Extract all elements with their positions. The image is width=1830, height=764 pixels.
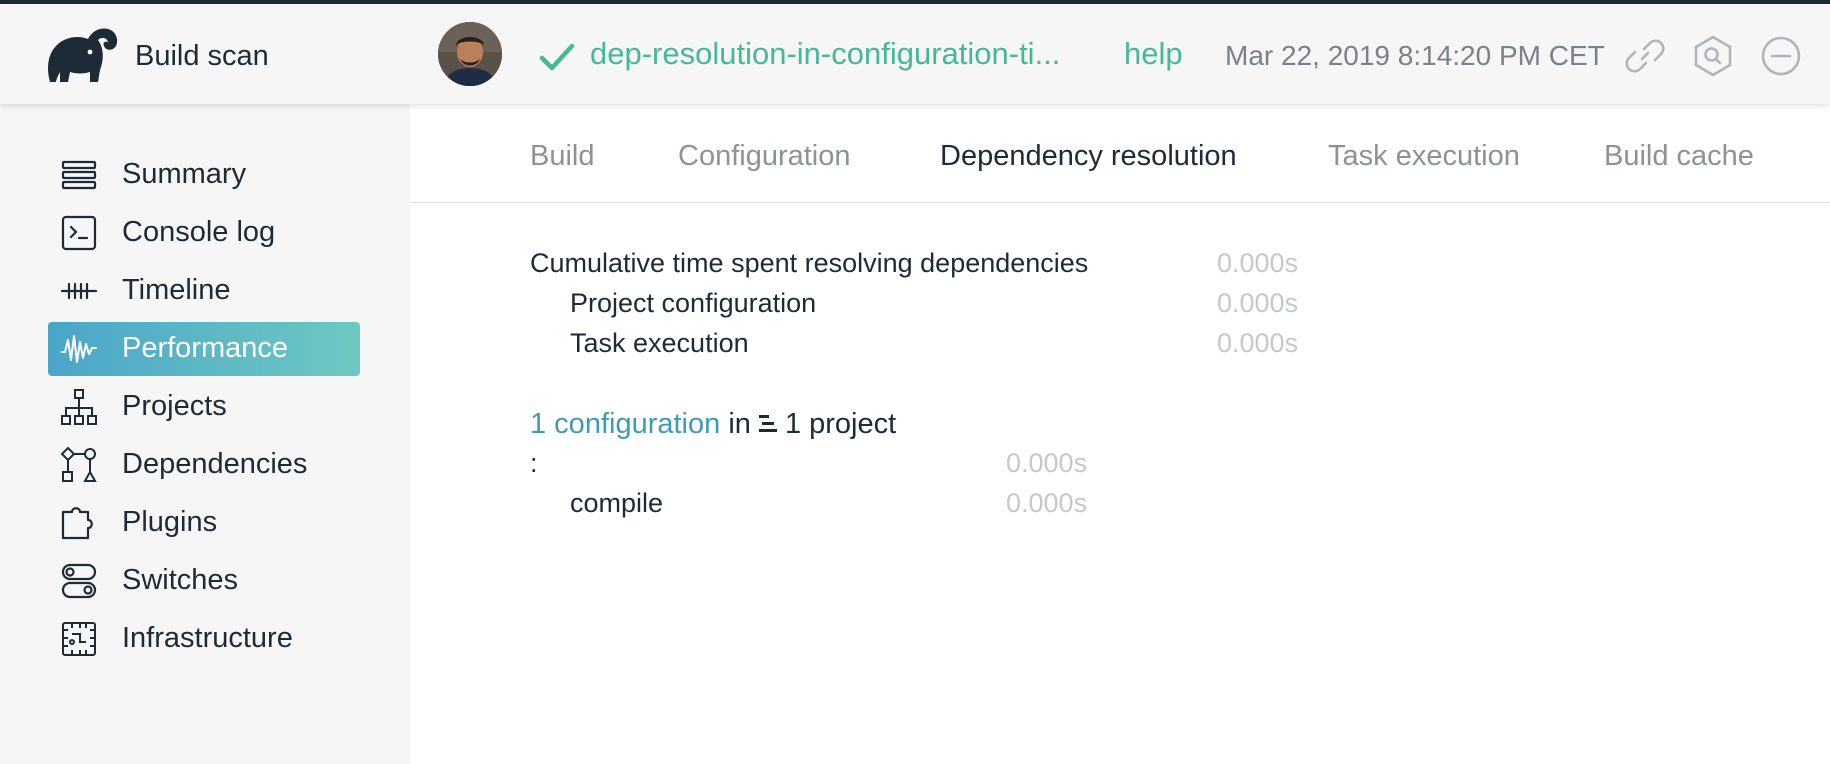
console-icon	[61, 215, 97, 251]
switches-icon	[61, 563, 97, 599]
sidebar-item-label: Plugins	[122, 506, 218, 538]
timeline-icon	[60, 282, 98, 300]
project-configuration-value: 0.000s	[1217, 288, 1299, 318]
project-path-value: 0.000s	[1006, 448, 1088, 478]
cumulative-time-label: Cumulative time spent resolving dependen…	[530, 248, 1089, 278]
task-execution-value: 0.000s	[1217, 328, 1299, 358]
sidebar: Summary Console log Timeline Performance…	[0, 104, 410, 764]
task-execution-label: Task execution	[570, 328, 749, 358]
infrastructure-icon	[62, 622, 96, 656]
projects-icon	[61, 389, 97, 425]
tab-dependency-resolution[interactable]: Dependency resolution	[940, 140, 1237, 173]
tab-task-execution[interactable]: Task execution	[1328, 140, 1520, 173]
build-scan-name[interactable]: dep-resolution-in-configuration-ti...	[590, 36, 1060, 72]
performance-icon	[61, 335, 97, 363]
configuration-summary: 1 configuration in 1 project	[530, 408, 896, 441]
help-link[interactable]: help	[1124, 36, 1183, 72]
sidebar-item-switches[interactable]: Switches	[48, 554, 360, 608]
in-text: in	[728, 408, 751, 440]
sidebar-item-infrastructure[interactable]: Infrastructure	[48, 612, 360, 666]
sidebar-item-label: Timeline	[122, 274, 231, 306]
elephant-logo-icon[interactable]	[44, 24, 120, 86]
tab-configuration[interactable]: Configuration	[678, 140, 851, 173]
summary-icon	[61, 160, 97, 190]
sidebar-item-label: Performance	[122, 332, 289, 364]
project-list-icon	[758, 415, 777, 432]
project-configuration-label: Project configuration	[570, 288, 817, 318]
dependencies-icon	[60, 446, 97, 482]
sidebar-item-performance[interactable]: Performance	[48, 322, 360, 376]
tab-build-cache[interactable]: Build cache	[1604, 140, 1754, 173]
user-avatar[interactable]	[438, 22, 502, 86]
cumulative-time-value: 0.000s	[1217, 248, 1299, 278]
collapse-icon[interactable]	[1760, 35, 1802, 77]
build-datetime: Mar 22, 2019 8:14:20 PM CET	[1225, 40, 1605, 71]
sidebar-item-console-log[interactable]: Console log	[48, 206, 360, 260]
brand-title: Build scan	[135, 40, 269, 72]
avatar-image	[438, 22, 502, 86]
plugins-icon	[61, 507, 93, 540]
sidebar-item-label: Dependencies	[122, 448, 308, 480]
link-icon[interactable]	[1624, 35, 1666, 77]
sidebar-item-label: Infrastructure	[122, 622, 293, 654]
tab-build[interactable]: Build	[530, 140, 595, 173]
success-check-icon	[539, 43, 575, 71]
sidebar-item-timeline[interactable]: Timeline	[48, 264, 360, 318]
sidebar-item-summary[interactable]: Summary	[48, 148, 360, 202]
sidebar-item-dependencies[interactable]: Dependencies	[48, 438, 360, 492]
project-path-label: :	[530, 448, 538, 478]
sidebar-item-label: Console log	[122, 216, 276, 248]
sidebar-item-projects[interactable]: Projects	[48, 380, 360, 434]
sidebar-item-label: Projects	[122, 390, 227, 422]
sidebar-item-plugins[interactable]: Plugins	[48, 496, 360, 550]
config-compile-label[interactable]: compile	[570, 488, 663, 519]
config-compile-value: 0.000s	[1006, 488, 1088, 518]
header-bar: Build scan dep-resolution-in-configurati…	[0, 4, 1830, 104]
sidebar-item-label: Summary	[122, 158, 247, 190]
sidebar-item-label: Switches	[122, 564, 239, 596]
configuration-count-link[interactable]: 1 configuration	[530, 408, 720, 440]
project-count: 1 project	[784, 408, 897, 440]
tab-bar: Build Configuration Dependency resolutio…	[410, 104, 1830, 203]
search-icon[interactable]	[1692, 35, 1734, 77]
